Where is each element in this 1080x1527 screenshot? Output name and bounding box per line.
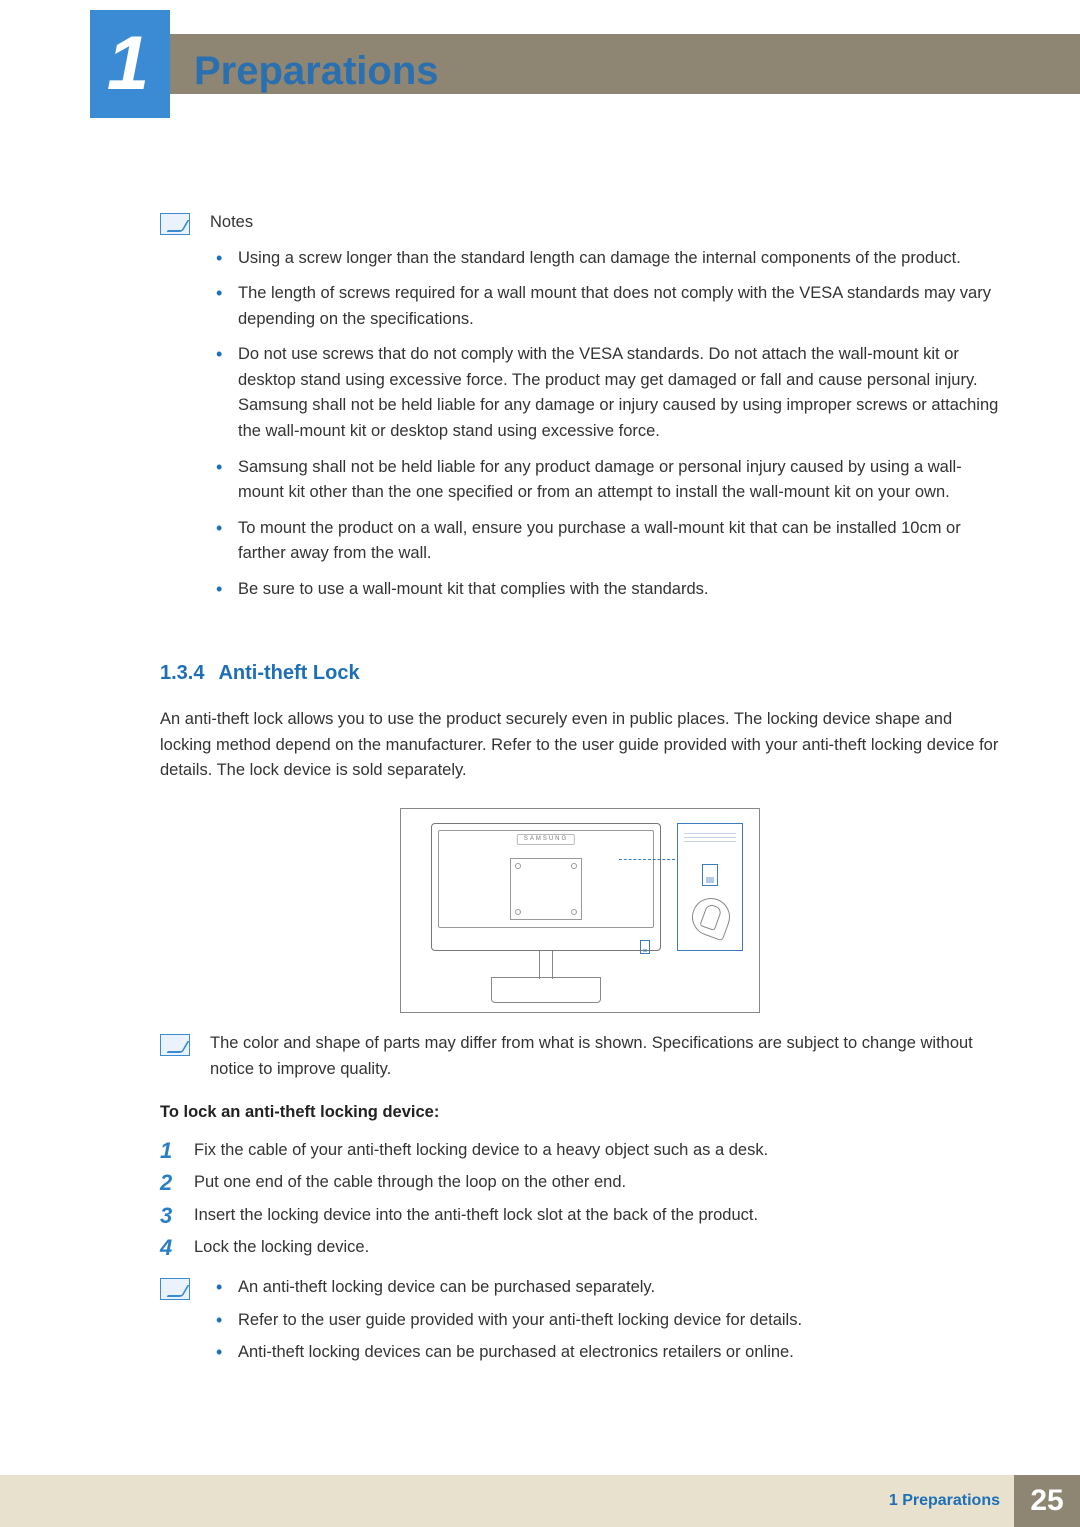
callout-line xyxy=(619,859,675,860)
lock-slot xyxy=(640,940,650,954)
header-left-strip xyxy=(0,34,90,94)
monitor-back: SAMSUNG xyxy=(431,823,661,951)
diagram-wrap: SAMSUNG xyxy=(160,808,1000,1013)
note3-body: An anti-theft locking device can be purc… xyxy=(210,1275,1000,1373)
footer-page-number: 25 xyxy=(1014,1475,1080,1527)
footer-chapter-ref: 1 Preparations xyxy=(0,1475,1014,1527)
step-item: Put one end of the cable through the loo… xyxy=(160,1170,1000,1196)
instructions-steps: Fix the cable of your anti-theft locking… xyxy=(160,1138,1000,1261)
monitor-brand-label: SAMSUNG xyxy=(517,834,575,845)
note-block-2: The color and shape of parts may differ … xyxy=(160,1031,1000,1082)
chapter-badge: 1 xyxy=(90,10,170,118)
note2-text: The color and shape of parts may differ … xyxy=(210,1031,1000,1082)
note-icon xyxy=(160,1034,190,1056)
note-item: The length of screws required for a wall… xyxy=(234,281,1000,332)
section-intro: An anti-theft lock allows you to use the… xyxy=(160,707,1000,784)
note-item: Using a screw longer than the standard l… xyxy=(234,246,1000,272)
chapter-title: Preparations xyxy=(194,40,439,102)
note-block-3: An anti-theft locking device can be purc… xyxy=(160,1275,1000,1373)
section-number: 1.3.4 xyxy=(160,662,204,684)
note3-item: Anti-theft locking devices can be purcha… xyxy=(234,1340,1000,1366)
note3-item: An anti-theft locking device can be purc… xyxy=(234,1275,1000,1301)
note-icon xyxy=(160,1278,190,1300)
notes-body: Notes Using a screw longer than the stan… xyxy=(210,210,1000,612)
note-item: Do not use screws that do not comply wit… xyxy=(234,342,1000,444)
stand-base xyxy=(491,977,601,1003)
note-icon xyxy=(160,213,190,235)
zoom-lock-slot xyxy=(702,864,718,886)
step-item: Lock the locking device. xyxy=(160,1235,1000,1261)
note3-item: Refer to the user guide provided with yo… xyxy=(234,1308,1000,1334)
chapter-number: 1 xyxy=(88,10,168,118)
instructions-title: To lock an anti-theft locking device: xyxy=(160,1100,1000,1126)
stand-neck xyxy=(539,951,553,979)
section-title: Anti-theft Lock xyxy=(218,662,359,684)
lock-icon xyxy=(687,893,736,942)
step-item: Fix the cable of your anti-theft locking… xyxy=(160,1138,1000,1164)
note-item: Be sure to use a wall-mount kit that com… xyxy=(234,577,1000,603)
note-item: Samsung shall not be held liable for any… xyxy=(234,455,1000,506)
notes-block: Notes Using a screw longer than the stan… xyxy=(160,210,1000,612)
step-item: Insert the locking device into the anti-… xyxy=(160,1203,1000,1229)
notes-list: Using a screw longer than the standard l… xyxy=(210,246,1000,603)
zoom-detail xyxy=(677,823,743,951)
page-content: Notes Using a screw longer than the stan… xyxy=(160,210,1000,1387)
vesa-plate xyxy=(510,858,582,920)
anti-theft-diagram: SAMSUNG xyxy=(400,808,760,1013)
section-heading: 1.3.4 Anti-theft Lock xyxy=(160,658,1000,689)
notes-title: Notes xyxy=(210,210,1000,236)
note3-list: An anti-theft locking device can be purc… xyxy=(210,1275,1000,1366)
section-intro-text: An anti-theft lock allows you to use the… xyxy=(160,707,1000,784)
footer: 1 Preparations 25 xyxy=(0,1475,1080,1527)
note-item: To mount the product on a wall, ensure y… xyxy=(234,516,1000,567)
